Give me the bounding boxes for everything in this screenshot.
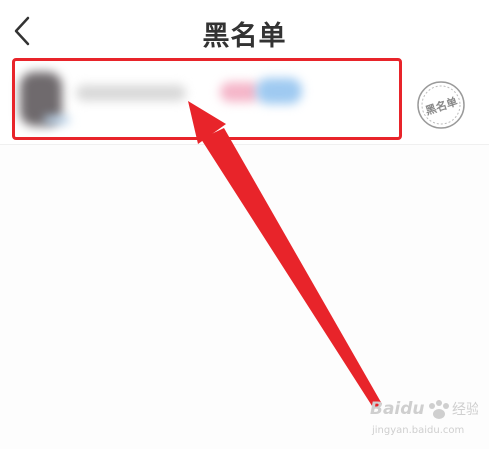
watermark-label: 经验 (452, 402, 478, 418)
watermark-url: jingyan.baidu.com (371, 425, 464, 436)
watermark-logo: Baidu (370, 399, 425, 419)
baidu-jingyan-watermark: Baidu 经验 jingyan.baidu.com (370, 399, 478, 436)
annotation-arrow (188, 101, 382, 409)
arrow-shaft (201, 128, 382, 409)
paw-icon (429, 400, 449, 419)
